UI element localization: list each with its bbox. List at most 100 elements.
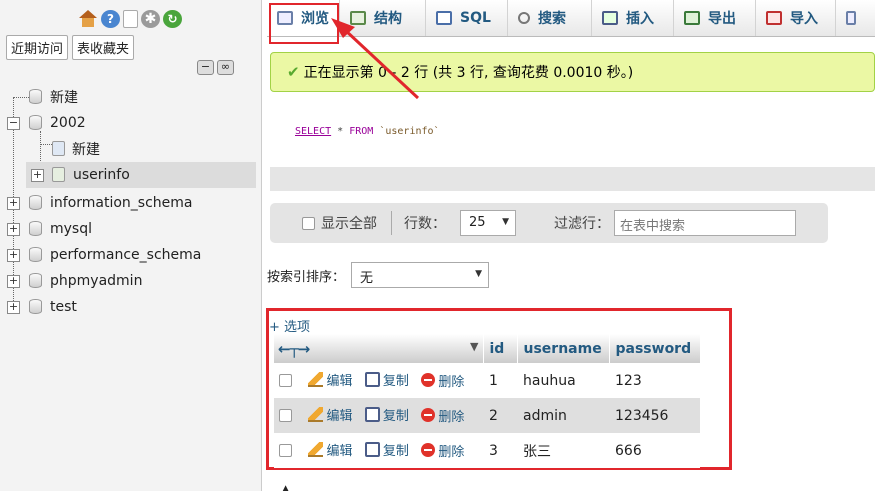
collapse-all-icon[interactable]: − [197,60,214,75]
expand-icon[interactable]: + [7,223,20,236]
delete-icon [421,443,436,457]
expand-icon[interactable]: + [7,275,20,288]
tree-item-new[interactable]: 新建 [0,84,262,110]
row-actions: 编辑 复制 删除 [274,398,483,433]
table-row: 编辑 复制 删除 2 admin 123456 [274,398,700,433]
cell-username[interactable]: 张三 [517,433,609,468]
tab-label: 插入 [626,11,654,27]
pencil-icon [308,407,324,422]
copy-button[interactable]: 复制 [364,405,409,424]
home-icon[interactable] [78,10,98,28]
copy-label: 复制 [382,409,409,424]
tree-item-label: information_schema [50,195,193,211]
tab-sql[interactable]: SQL [426,0,508,36]
tree-item-db-mysql[interactable]: + mysql [0,216,262,242]
expand-icon[interactable]: + [31,169,44,182]
show-all-control[interactable]: 显示全部 [302,213,377,233]
collapse-icon[interactable]: − [7,117,20,130]
expand-icon[interactable]: + [7,197,20,210]
tree-item-db-2002[interactable]: − 2002 [0,110,262,136]
column-header-password[interactable]: password [609,334,701,363]
cell-password[interactable]: 666 [609,433,700,468]
tree-item-table-userinfo[interactable]: + userinfo [26,162,256,188]
tab-import[interactable]: 导入 [756,0,836,36]
pencil-icon [308,372,324,387]
reload-icon[interactable]: ↻ [163,10,182,28]
link-with-main-icon[interactable]: ∞ [217,60,234,75]
row-actions: 编辑 复制 删除 [274,433,483,468]
pencil-icon [308,442,324,457]
settings-gear-icon[interactable]: ✱ [141,10,160,28]
sort-dropdown-icon[interactable]: ▼ [470,340,478,353]
table-header-row: ←┬→ ▼ id username password [274,334,701,363]
filter-placeholder: 在表中搜索 [620,219,686,234]
row-checkbox[interactable] [279,374,292,387]
cell-password[interactable]: 123456 [609,398,700,433]
tree-item-db-test[interactable]: + test [0,294,262,320]
tree-controls: − ∞ [197,60,234,75]
delete-button[interactable]: 删除 [421,371,464,390]
cell-id[interactable]: 2 [483,398,517,433]
column-header-id[interactable]: id [483,334,518,363]
options-link[interactable]: + 选项 [269,316,310,335]
recent-tab[interactable]: 近期访问 [6,35,69,60]
cell-password[interactable]: 123 [609,363,700,398]
tree-item-label: phpmyadmin [50,273,143,289]
cell-username[interactable]: admin [517,398,609,433]
cell-id[interactable]: 3 [483,433,517,468]
browse-tab-highlight [269,3,339,44]
edit-button[interactable]: 编辑 [308,440,352,459]
tree-item-label: 2002 [50,115,86,131]
bottom-toolbar-partial: ▲ [281,482,290,491]
tree-item-db-performance-schema[interactable]: + performance_schema [0,242,262,268]
navigation-panel: ? ✱ ↻ 近期访问 表收藏夹 − ∞ 新建 − 2002 新建 + useri… [0,0,262,491]
tab-structure[interactable]: 结构 [340,0,426,36]
copy-button[interactable]: 复制 [364,440,409,459]
filter-input[interactable]: 在表中搜索 [614,210,796,236]
table-navigation-bar: 显示全部 行数： 25 过滤行： 在表中搜索 [270,203,828,243]
expand-icon[interactable]: + [7,301,20,314]
database-icon [29,195,42,210]
rows-select[interactable]: 25 [460,210,516,236]
row-checkbox[interactable] [279,444,292,457]
delete-button[interactable]: 删除 [421,441,464,460]
column-header-username[interactable]: username [517,334,610,363]
more-tab-icon [846,11,856,25]
tab-more[interactable] [836,0,874,36]
edit-button[interactable]: 编辑 [308,370,352,389]
delete-icon [421,408,436,422]
rows-select-value: 25 [469,215,486,230]
sql-query-text[interactable]: SELECT * FROM `userinfo` [270,107,875,167]
column-arrows-icon[interactable]: ←┬→ [278,340,310,358]
database-icon [29,299,42,314]
table-row: 编辑 复制 删除 3 张三 666 [274,433,700,468]
tree-item-new-table[interactable]: 新建 [0,136,262,162]
sql-keyword-from: FROM [349,126,374,137]
sort-select[interactable]: 无 [351,262,490,288]
help-icon[interactable]: ? [101,10,120,28]
cell-id[interactable]: 1 [483,363,517,398]
sort-label: 按索引排序： [267,269,346,285]
nav-toolbar: ? ✱ ↻ [78,10,182,28]
show-all-checkbox[interactable] [302,216,315,230]
copy-button[interactable]: 复制 [364,370,409,389]
expand-icon[interactable]: + [7,249,20,262]
row-checkbox[interactable] [279,409,292,422]
database-icon [29,115,42,130]
delete-button[interactable]: 删除 [421,406,464,425]
edit-button[interactable]: 编辑 [308,405,352,424]
main-content: 浏览 结构 SQL 搜索 插入 导出 导入 ✔ 正在显示第 0 - 2 行 (共… [266,0,875,491]
cell-username[interactable]: hauhua [517,363,609,398]
tree-item-label: mysql [50,221,92,237]
sql-keyword-select[interactable]: SELECT [295,126,331,137]
tree-item-db-phpmyadmin[interactable]: + phpmyadmin [0,268,262,294]
favorites-tab[interactable]: 表收藏夹 [72,35,135,60]
sql-star: * [337,126,344,137]
tab-search[interactable]: 搜索 [508,0,592,36]
tab-insert[interactable]: 插入 [592,0,674,36]
tree-item-db-information-schema[interactable]: + information_schema [0,190,262,216]
tab-export[interactable]: 导出 [674,0,756,36]
copy-icon [364,442,380,457]
documentation-icon[interactable] [123,10,138,28]
delete-label: 删除 [438,374,465,390]
